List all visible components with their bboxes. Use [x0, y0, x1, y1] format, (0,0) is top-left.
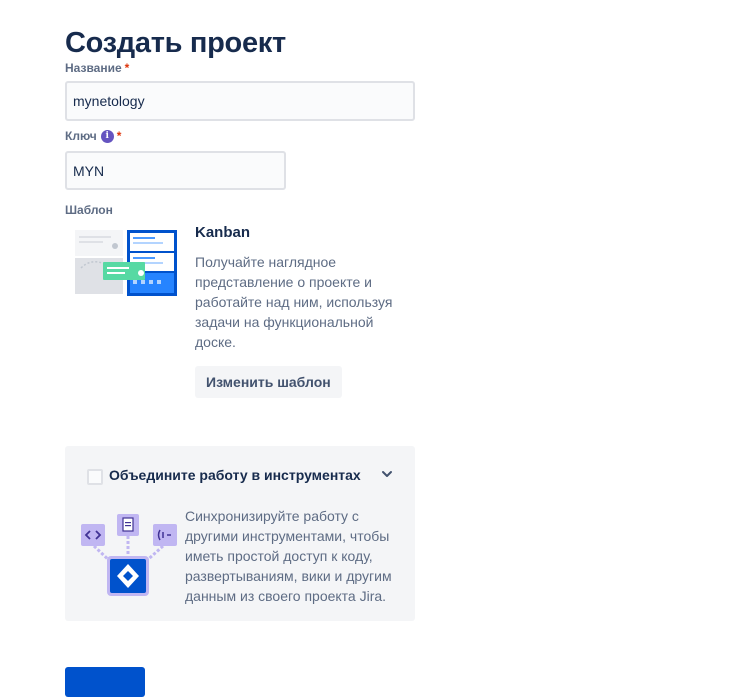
- name-label: Название *: [65, 61, 129, 75]
- key-label-text: Ключ: [65, 129, 97, 143]
- project-name-input[interactable]: [65, 81, 415, 121]
- create-project-button[interactable]: [65, 667, 145, 697]
- chevron-down-icon[interactable]: [379, 466, 395, 482]
- template-title: Kanban: [195, 224, 251, 241]
- integrations-title[interactable]: Объедините работу в инструментах: [109, 467, 361, 483]
- required-mark: *: [116, 129, 122, 143]
- required-mark: *: [124, 61, 130, 75]
- key-label: Ключ i *: [65, 129, 121, 143]
- kanban-board-icon: [75, 230, 177, 296]
- change-template-button[interactable]: Изменить шаблон: [195, 366, 342, 398]
- page-title: Создать проект: [65, 27, 286, 60]
- integrations-illustration: [81, 514, 177, 596]
- integrations-description: Синхронизируйте работу с другими инструм…: [185, 508, 392, 604]
- template-description: Получайте наглядное представление о прое…: [195, 254, 393, 350]
- name-label-text: Название: [65, 61, 122, 75]
- info-icon[interactable]: i: [100, 129, 114, 143]
- integrations-panel: Объедините работу в инструментах Синхрон…: [65, 446, 415, 621]
- project-key-input[interactable]: [65, 151, 286, 190]
- template-label-text: Шаблон: [65, 203, 113, 217]
- template-label: Шаблон: [65, 203, 113, 217]
- integrations-checkbox[interactable]: [87, 469, 103, 485]
